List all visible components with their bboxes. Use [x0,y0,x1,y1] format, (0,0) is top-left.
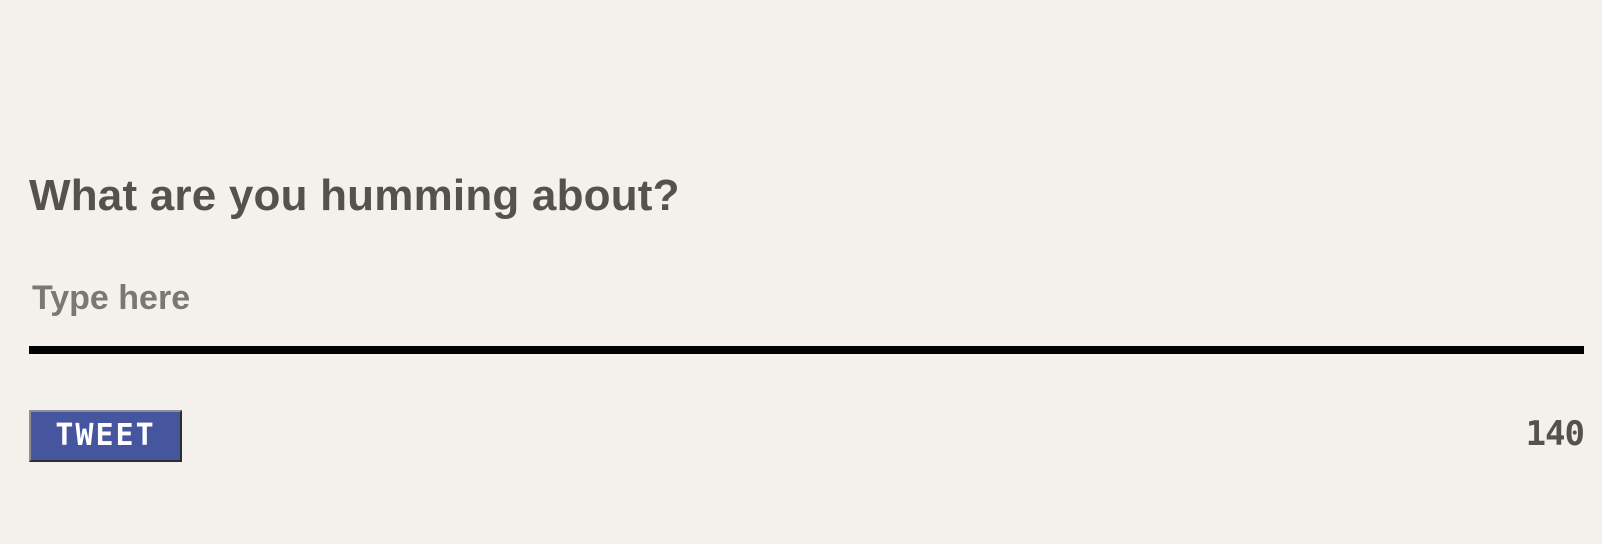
composer-actions: TWEET 140 [29,410,1585,462]
prompt-heading: What are you humming about? [29,171,680,220]
tweet-text-input[interactable] [29,268,1584,354]
tweet-composer: What are you humming about? TWEET 140 [29,0,1585,544]
tweet-button[interactable]: TWEET [29,410,182,462]
character-counter: 140 [1525,414,1585,454]
